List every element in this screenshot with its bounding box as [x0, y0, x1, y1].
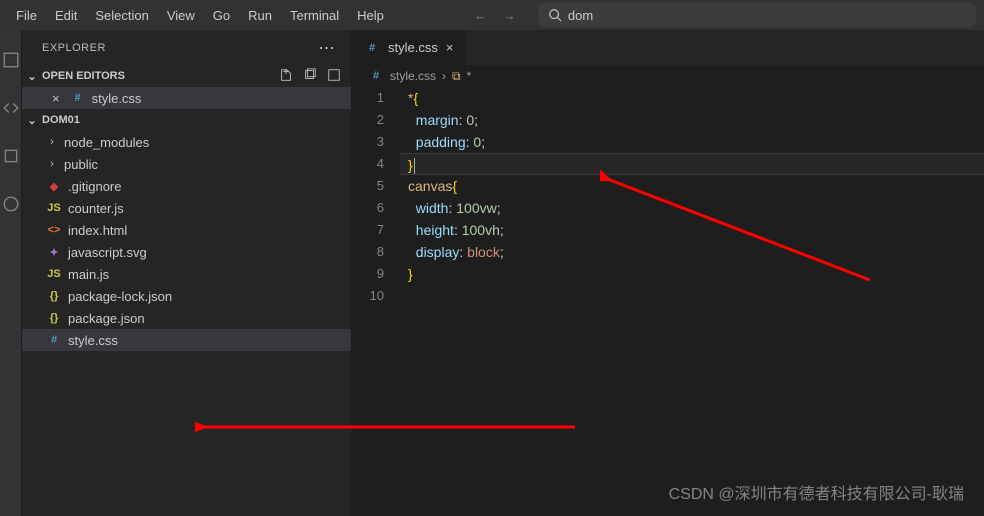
explorer-more-icon[interactable]: ⋯ [319, 38, 336, 58]
item-label: index.html [68, 223, 127, 238]
item-label: main.js [68, 267, 109, 282]
item-label: .gitignore [68, 179, 121, 194]
breadcrumb-file: style.css [390, 69, 436, 83]
new-file-icon[interactable] [279, 68, 293, 85]
js-file-icon: JS [46, 266, 62, 282]
file-item-index-html[interactable]: <> index.html [22, 219, 351, 241]
open-editors-label: OPEN EDITORS [42, 70, 125, 82]
item-label: public [64, 157, 98, 172]
item-label: node_modules [64, 135, 149, 150]
svg-file-icon: ✦ [46, 244, 62, 260]
tab-style-css[interactable]: # style.css × [352, 30, 466, 65]
menu-edit[interactable]: Edit [47, 4, 85, 27]
explorer-title: EXPLORER [42, 42, 106, 54]
breadcrumb-symbol: * [467, 69, 472, 83]
css-file-icon: # [70, 90, 86, 106]
file-item-gitignore[interactable]: ◆ .gitignore [22, 175, 351, 197]
open-editor-name: style.css [92, 91, 142, 106]
save-all-icon[interactable] [303, 68, 317, 85]
folder-section[interactable]: ⌄ DOM01 [22, 109, 351, 131]
file-item-package-lock[interactable]: {} package-lock.json [22, 285, 351, 307]
file-item-main-js[interactable]: JS main.js [22, 263, 351, 285]
item-label: package-lock.json [68, 289, 172, 304]
json-file-icon: {} [46, 288, 62, 304]
menu-run[interactable]: Run [240, 4, 280, 27]
activity-icon[interactable] [1, 98, 21, 118]
item-label: package.json [68, 311, 145, 326]
activity-bar [0, 30, 22, 516]
css-file-icon: # [364, 40, 380, 56]
close-icon[interactable]: × [52, 91, 60, 106]
activity-icon[interactable] [1, 50, 21, 70]
nav-arrows: ← → [474, 8, 516, 23]
css-file-icon: # [46, 332, 62, 348]
chevron-right-icon: › [442, 69, 446, 83]
menu-go[interactable]: Go [205, 4, 238, 27]
search-icon [548, 8, 562, 22]
chevron-right-icon: › [46, 158, 58, 170]
command-center-search[interactable]: dom [538, 3, 976, 27]
breadcrumb[interactable]: # style.css › ⧉ * [352, 65, 984, 87]
tab-label: style.css [388, 40, 438, 55]
item-label: javascript.svg [68, 245, 147, 260]
symbol-icon: ⧉ [452, 69, 461, 84]
item-label: counter.js [68, 201, 124, 216]
nav-back-icon[interactable]: ← [474, 8, 487, 23]
activity-icon[interactable] [1, 146, 21, 166]
explorer-sidebar: EXPLORER ⋯ ⌄ OPEN EDITORS × # style.css ⌄… [22, 30, 352, 516]
menu-view[interactable]: View [159, 4, 203, 27]
json-file-icon: {} [46, 310, 62, 326]
menu-terminal[interactable]: Terminal [282, 4, 347, 27]
file-item-style-css[interactable]: # style.css [22, 329, 351, 351]
css-file-icon: # [368, 68, 384, 84]
nav-forward-icon[interactable]: → [503, 8, 516, 23]
folder-label: DOM01 [42, 114, 80, 126]
code-editor[interactable]: 12345678910 *{ margin: 0; padding: 0; } … [352, 87, 984, 307]
menu-file[interactable]: File [8, 4, 45, 27]
open-editor-item[interactable]: × # style.css [22, 87, 351, 109]
line-gutter: 12345678910 [352, 87, 400, 307]
text-cursor [414, 158, 415, 174]
chevron-down-icon: ⌄ [26, 70, 38, 83]
file-item-package-json[interactable]: {} package.json [22, 307, 351, 329]
chevron-down-icon: ⌄ [26, 114, 38, 127]
chevron-right-icon: › [46, 136, 58, 148]
folder-item-public[interactable]: › public [22, 153, 351, 175]
file-item-counter-js[interactable]: JS counter.js [22, 197, 351, 219]
close-tab-icon[interactable]: × [446, 40, 454, 55]
activity-icon[interactable] [1, 194, 21, 214]
tab-bar: # style.css × [352, 30, 984, 65]
menu-selection[interactable]: Selection [87, 4, 156, 27]
code-lines[interactable]: *{ margin: 0; padding: 0; } canvas{ widt… [400, 87, 984, 307]
html-file-icon: <> [46, 222, 62, 238]
git-file-icon: ◆ [46, 178, 62, 194]
search-value: dom [568, 8, 593, 23]
menubar: File Edit Selection View Go Run Terminal… [0, 0, 984, 30]
close-all-icon[interactable] [327, 68, 341, 85]
item-label: style.css [68, 333, 118, 348]
explorer-header: EXPLORER ⋯ [22, 30, 351, 65]
folder-item-node-modules[interactable]: › node_modules [22, 131, 351, 153]
open-editors-section[interactable]: ⌄ OPEN EDITORS [22, 65, 351, 87]
watermark-text: CSDN @深圳市有德者科技有限公司-耿瑞 [669, 480, 964, 504]
menu-help[interactable]: Help [349, 4, 392, 27]
editor-group: # style.css × # style.css › ⧉ * 12345678… [352, 30, 984, 516]
js-file-icon: JS [46, 200, 62, 216]
file-item-javascript-svg[interactable]: ✦ javascript.svg [22, 241, 351, 263]
